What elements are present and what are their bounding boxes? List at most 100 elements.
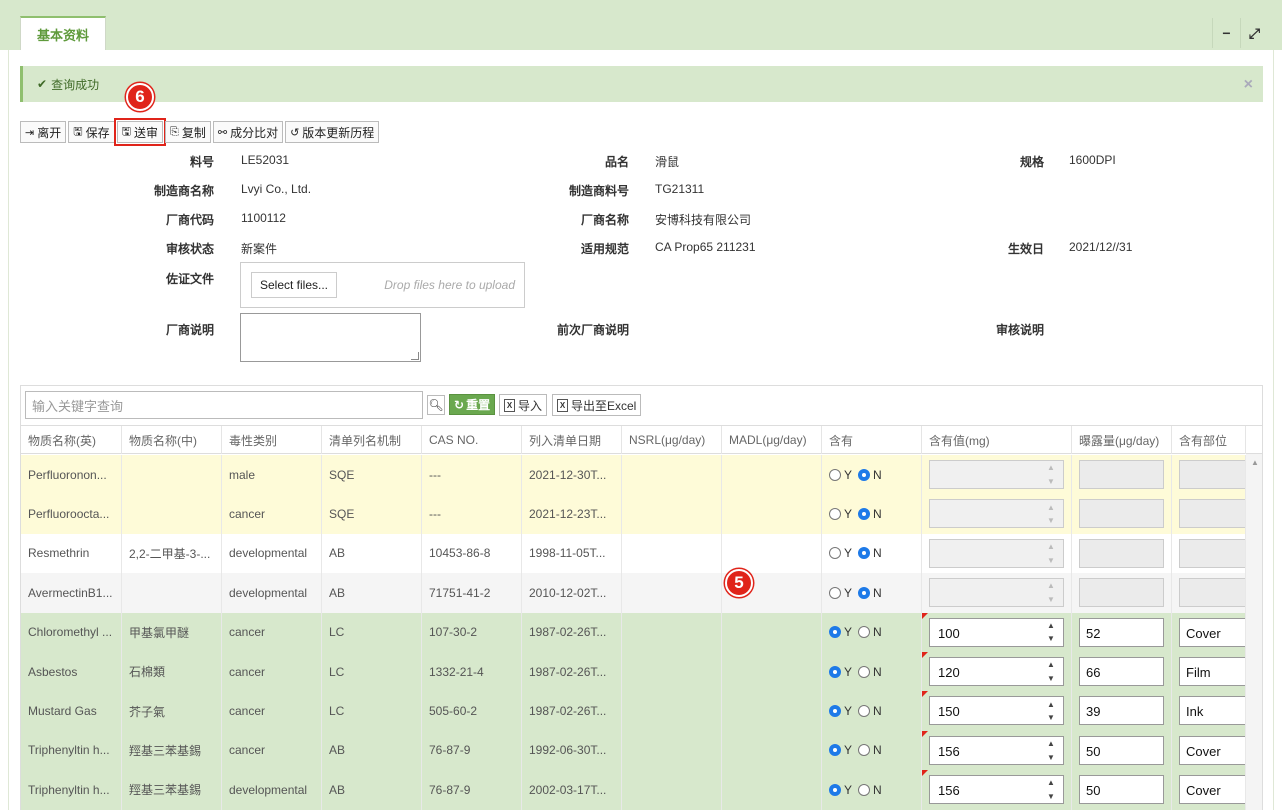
history-button[interactable]: ↺ 版本更新历程: [285, 121, 380, 143]
maximize-icon[interactable]: ⤢: [1240, 18, 1268, 48]
leave-button[interactable]: ⇥ 离开: [20, 121, 67, 143]
minimize-icon[interactable]: −: [1212, 18, 1240, 48]
keyword-search-input[interactable]: 输入关键字查询: [25, 391, 423, 419]
copy-button[interactable]: ⎘ 复制: [165, 121, 211, 143]
spin-down-icon[interactable]: ▼: [1047, 713, 1055, 722]
part-input[interactable]: [1179, 460, 1245, 489]
radio-yes[interactable]: [829, 468, 841, 481]
spin-down-icon[interactable]: ▼: [1047, 595, 1055, 604]
scroll-up-icon[interactable]: ▲: [1251, 458, 1259, 467]
save-button[interactable]: 🖫 保存: [68, 121, 115, 143]
table-row[interactable]: Triphenyltin h... 羥基三苯基錫 developmental AB 76…: [21, 770, 1246, 810]
exposure-input[interactable]: [1079, 499, 1164, 529]
exposure-input[interactable]: 52: [1079, 617, 1164, 647]
compare-button[interactable]: ⚯ 成分比对: [212, 121, 284, 143]
part-input[interactable]: Ink: [1179, 696, 1245, 726]
col-toxicity[interactable]: 毒性类别: [222, 426, 322, 454]
radio-yes[interactable]: [829, 665, 841, 678]
close-icon[interactable]: ×: [1244, 76, 1253, 94]
part-input[interactable]: Film: [1179, 657, 1245, 686]
table-row[interactable]: AvermectinB1... developmental AB 71751-41-2…: [21, 573, 1246, 613]
spin-up-icon[interactable]: ▲: [1047, 581, 1055, 590]
table-row[interactable]: Triphenyltin h... 羥基三苯基錫 cancer AB 76-87-9 19…: [21, 730, 1246, 771]
table-row[interactable]: Chloromethyl ... 甲基氯甲醚 cancer LC 107-30-2 198…: [21, 612, 1246, 652]
exposure-input[interactable]: [1079, 578, 1164, 608]
export-excel-button[interactable]: X 导出至Excel: [552, 394, 642, 416]
radio-no[interactable]: [858, 665, 871, 678]
spin-up-icon[interactable]: ▲: [1047, 700, 1055, 709]
exposure-input[interactable]: [1079, 460, 1164, 489]
spin-up-icon[interactable]: ▲: [1047, 778, 1055, 787]
spin-down-icon[interactable]: ▼: [1047, 634, 1055, 643]
part-input[interactable]: Cover: [1179, 775, 1245, 805]
part-input[interactable]: Cover: [1179, 617, 1245, 647]
radio-no[interactable]: [858, 547, 871, 560]
content-value-input[interactable]: ▲ ▼: [929, 460, 1064, 489]
exposure-input[interactable]: 66: [1079, 657, 1164, 686]
radio-yes[interactable]: [829, 744, 841, 757]
part-input[interactable]: Cover: [1179, 735, 1245, 765]
radio-no[interactable]: [858, 508, 871, 521]
radio-yes[interactable]: [829, 783, 841, 796]
spin-up-icon[interactable]: ▲: [1047, 739, 1055, 748]
col-name-en[interactable]: 物质名称(英): [21, 426, 122, 454]
radio-yes[interactable]: [829, 626, 841, 639]
table-row[interactable]: Perfluoronon... male SQE --- 2021-12-30T... Y…: [21, 455, 1246, 495]
col-exposure[interactable]: 曝露量(μg/day): [1072, 426, 1172, 454]
col-nsrl[interactable]: NSRL(μg/day): [622, 426, 722, 454]
file-upload-zone[interactable]: Select files... Drop files here to uploa…: [240, 262, 525, 308]
radio-no[interactable]: [858, 468, 871, 481]
exposure-input[interactable]: 39: [1079, 696, 1164, 726]
part-input[interactable]: [1179, 499, 1245, 529]
col-part[interactable]: 含有部位: [1172, 426, 1246, 454]
spin-down-icon[interactable]: ▼: [1047, 792, 1055, 801]
radio-no[interactable]: [858, 783, 871, 796]
spin-up-icon[interactable]: ▲: [1047, 503, 1055, 512]
content-value-input[interactable]: 120 ▲ ▼: [929, 657, 1064, 686]
exposure-input[interactable]: [1079, 538, 1164, 568]
grid-scrollbar[interactable]: ▲: [1246, 454, 1262, 810]
spin-up-icon[interactable]: ▲: [1047, 660, 1055, 669]
col-mechanism[interactable]: 清单列名机制: [322, 426, 422, 454]
submit-review-button[interactable]: 🖫 送审: [113, 118, 167, 146]
search-icon[interactable]: 🔍︎: [427, 395, 445, 415]
spin-up-icon[interactable]: ▲: [1047, 542, 1055, 551]
table-row[interactable]: Perfluoroocta... cancer SQE --- 2021-12-23T.…: [21, 494, 1246, 534]
radio-no[interactable]: [858, 705, 871, 718]
content-value-input[interactable]: ▲ ▼: [929, 499, 1064, 529]
table-row[interactable]: Resmethrin 2,2-二甲基-3-... developmental AB 10…: [21, 533, 1246, 574]
radio-yes[interactable]: [829, 508, 841, 521]
part-input[interactable]: [1179, 538, 1245, 568]
spin-down-icon[interactable]: ▼: [1047, 674, 1055, 683]
import-button[interactable]: X 导入: [499, 394, 548, 416]
tab-basic-info[interactable]: 基本资料: [20, 16, 106, 51]
radio-yes[interactable]: [829, 586, 841, 599]
spin-up-icon[interactable]: ▲: [1047, 463, 1055, 472]
radio-no[interactable]: [858, 586, 871, 599]
col-name-zh[interactable]: 物质名称(中): [122, 426, 222, 454]
select-files-button[interactable]: Select files...: [251, 272, 337, 298]
col-madl[interactable]: MADL(μg/day): [722, 426, 822, 454]
content-value-input[interactable]: ▲ ▼: [929, 538, 1064, 568]
radio-yes[interactable]: [829, 547, 841, 560]
spin-down-icon[interactable]: ▼: [1047, 516, 1055, 525]
vendor-note-textarea[interactable]: [240, 313, 421, 362]
content-value-input[interactable]: 100 ▲ ▼: [929, 617, 1064, 647]
radio-no[interactable]: [858, 744, 871, 757]
spin-down-icon[interactable]: ▼: [1047, 556, 1055, 565]
radio-yes[interactable]: [829, 705, 841, 718]
table-row[interactable]: Asbestos 石棉類 cancer LC 1332-21-4 1987-02-26T.…: [21, 652, 1246, 692]
col-cas[interactable]: CAS NO.: [422, 426, 522, 454]
spin-up-icon[interactable]: ▲: [1047, 621, 1055, 630]
content-value-input[interactable]: 150 ▲ ▼: [929, 696, 1064, 726]
reset-button[interactable]: ↻ 重置: [449, 394, 496, 415]
exposure-input[interactable]: 50: [1079, 775, 1164, 805]
radio-no[interactable]: [858, 626, 871, 639]
part-input[interactable]: [1179, 578, 1245, 608]
content-value-input[interactable]: 156 ▲ ▼: [929, 775, 1064, 805]
spin-down-icon[interactable]: ▼: [1047, 477, 1055, 486]
content-value-input[interactable]: ▲ ▼: [929, 578, 1064, 608]
col-list-date[interactable]: 列入清单日期: [522, 426, 622, 454]
col-contains[interactable]: 含有: [822, 426, 922, 454]
col-content-value[interactable]: 含有值(mg): [922, 426, 1072, 454]
